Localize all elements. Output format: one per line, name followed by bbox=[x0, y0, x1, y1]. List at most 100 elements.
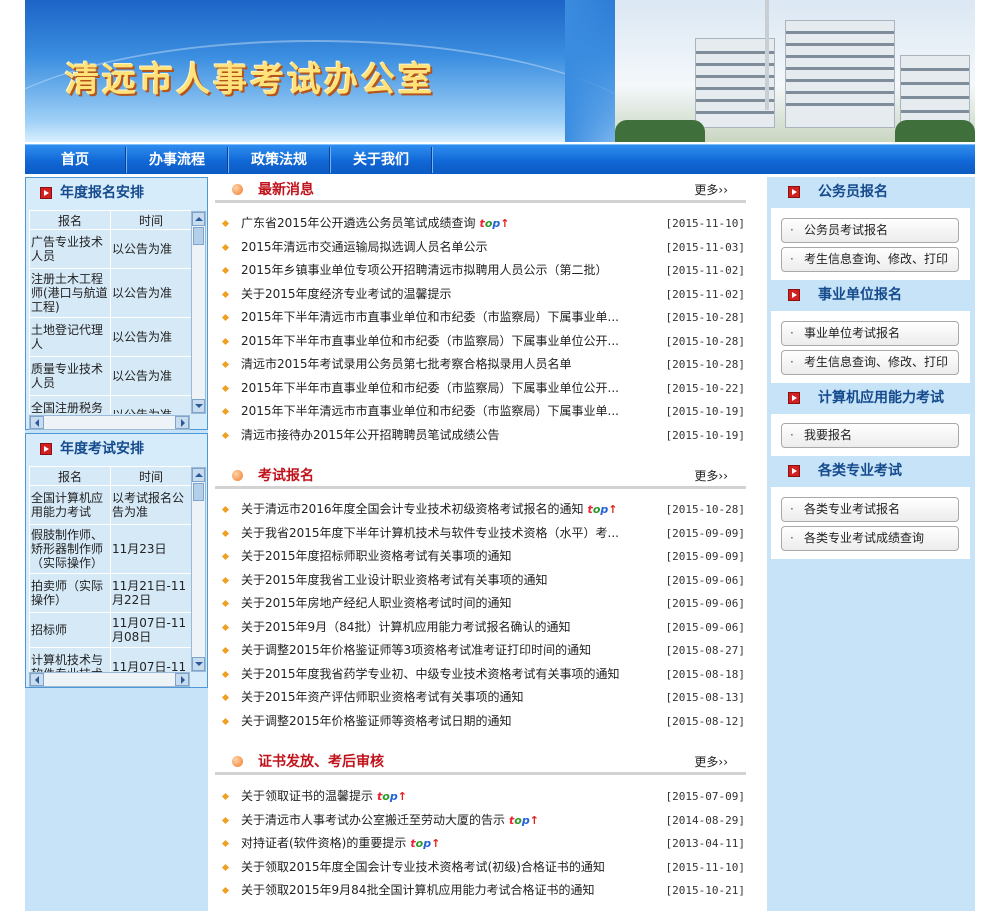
panel-title: 公务员报名 bbox=[818, 184, 888, 200]
news-link[interactable]: 关于2015年9月（84批）计算机应用能力考试报名确认的通知 bbox=[241, 616, 570, 640]
news-title: 2015年乡镇事业单位专项公开招聘清远市拟聘用人员公示（第二批） bbox=[241, 263, 608, 277]
news-item: 关于2015年9月（84批）计算机应用能力考试报名确认的通知 [2015-09-0… bbox=[215, 616, 746, 640]
horizontal-scrollbar[interactable] bbox=[29, 415, 190, 430]
top-badge-char: ↑ bbox=[500, 217, 510, 230]
scroll-thumb[interactable] bbox=[193, 483, 204, 501]
diamond-bullet-icon bbox=[221, 717, 230, 725]
scroll-right-arrow-icon[interactable] bbox=[175, 416, 189, 429]
news-date: [2015-09-09] bbox=[665, 550, 745, 563]
exam-registration-list: 关于清远市2016年度全国会计专业技术初级资格考试报名的通知 top↑ [2015-… bbox=[215, 498, 746, 733]
news-title: 关于2015年度我省工业设计职业资格考试有关事项的通知 bbox=[241, 572, 548, 587]
news-date: [2015-11-03] bbox=[665, 240, 745, 254]
scroll-thumb[interactable] bbox=[193, 227, 204, 245]
news-link[interactable]: 对持证者(软件资格)的重要提示 top↑ bbox=[241, 832, 440, 856]
bullet-icon: · bbox=[790, 502, 794, 516]
top-badge-char: p bbox=[521, 813, 530, 827]
news-link[interactable]: 清远市2015年考试录用公务员第七批考察合格拟录用人员名单 bbox=[241, 353, 572, 377]
news-link[interactable]: 关于2015年资产评估师职业资格考试有关事项的通知 bbox=[241, 686, 524, 710]
institution-query-button[interactable]: · 考生信息查询、修改、打印 bbox=[781, 350, 959, 375]
news-link[interactable]: 关于2015年度经济专业考试的温馨提示 bbox=[241, 283, 452, 307]
horizontal-scrollbar[interactable] bbox=[29, 672, 190, 687]
panel-header: 年度报名安排 bbox=[26, 178, 207, 208]
news-link[interactable]: 2015年乡镇事业单位专项公开招聘清远市拟聘用人员公示（第二批） bbox=[241, 259, 608, 283]
news-link[interactable]: 2015年下半年清远市市直事业单位和市纪委（市监察局）下属事业单... bbox=[241, 306, 619, 330]
news-link[interactable]: 关于领取2015年9月84批全国计算机应用能力考试合格证书的通知 bbox=[241, 879, 594, 903]
news-title: 2015年下半年市直事业单位和市纪委（市监察局）下属事业单位公开... bbox=[241, 380, 619, 395]
panel-title: 年度报名安排 bbox=[60, 185, 144, 201]
building-illustration bbox=[785, 20, 895, 128]
scroll-up-arrow-icon[interactable] bbox=[192, 212, 205, 226]
news-title: 关于2015年房地产经纪人职业资格考试时间的通知 bbox=[241, 596, 512, 610]
scroll-left-arrow-icon[interactable] bbox=[30, 416, 44, 429]
scroll-left-arrow-icon[interactable] bbox=[30, 673, 44, 686]
news-link[interactable]: 2015年下半年清远市市直事业单位和市纪委（市监察局）下属事业单... bbox=[241, 400, 619, 424]
bullet-icon: · bbox=[790, 355, 794, 369]
institution-register-button[interactable]: · 事业单位考试报名 bbox=[781, 321, 959, 346]
more-link[interactable]: 更多›› bbox=[694, 181, 728, 198]
vertical-scrollbar[interactable] bbox=[191, 467, 206, 672]
registration-schedule-table: 报名 时间 广告专业技术人员 以公告为准 注册土木工程师(港口与航道工程) 以公告为… bbox=[29, 210, 191, 414]
top-badge-icon: top↑ bbox=[588, 503, 618, 516]
news-link[interactable]: 关于2015年房地产经纪人职业资格考试时间的通知 bbox=[241, 592, 512, 616]
scroll-right-arrow-icon[interactable] bbox=[175, 673, 189, 686]
red-flag-icon bbox=[40, 187, 52, 199]
news-link[interactable]: 2015年下半年市直事业单位和市纪委（市监察局）下属事业单位公开... bbox=[241, 377, 619, 401]
panel-title: 计算机应用能力考试 bbox=[818, 390, 944, 406]
professional-score-query-button[interactable]: · 各类专业考试成绩查询 bbox=[781, 526, 959, 551]
section-title: 考试报名 bbox=[258, 468, 314, 484]
news-title: 2015年下半年清远市市直事业单位和市纪委（市监察局）下属事业单... bbox=[241, 310, 619, 324]
latest-news-list: 广东省2015年公开遴选公务员笔试成绩查询 top↑ [2015-11-10] 201… bbox=[215, 212, 746, 447]
schedule-table-viewport: 报名 时间 全国计算机应用能力考试 以考试报名公告为准 假肢制作师、矫形器制作师（… bbox=[29, 466, 191, 672]
diamond-bullet-icon bbox=[221, 792, 230, 801]
news-link[interactable]: 关于2015年度招标师职业资格考试有关事项的通知 bbox=[241, 545, 512, 569]
more-link[interactable]: 更多›› bbox=[694, 753, 728, 770]
news-link[interactable]: 关于清远市人事考试办公室搬迁至劳动大厦的告示 top↑ bbox=[241, 809, 539, 833]
news-date: [2013-04-11] bbox=[665, 837, 745, 850]
building-illustration bbox=[900, 55, 970, 128]
button-label: 考生信息查询、修改、打印 bbox=[804, 355, 949, 369]
nav-policies[interactable]: 政策法规 bbox=[229, 145, 329, 174]
scroll-up-arrow-icon[interactable] bbox=[192, 468, 205, 482]
news-link[interactable]: 关于清远市2016年度全国会计专业技术初级资格考试报名的通知 top↑ bbox=[241, 498, 617, 522]
news-link[interactable]: 2015年下半年市直事业单位和市纪委（市监察局）下属事业单位公开... bbox=[241, 330, 619, 354]
news-link[interactable]: 关于领取证书的温馨提示 top↑ bbox=[241, 785, 407, 809]
main-nav: 首页 办事流程 政策法规 关于我们 bbox=[25, 144, 975, 174]
public-institution-links: · 事业单位考试报名 · 考生信息查询、修改、打印 bbox=[771, 311, 970, 383]
news-link[interactable]: 清远市接待办2015年公开招聘聘员笔试成绩公告 bbox=[241, 424, 500, 448]
news-link[interactable]: 关于我省2015年度下半年计算机技术与软件专业技术资格（水平）考... bbox=[241, 522, 619, 546]
vertical-scrollbar[interactable] bbox=[191, 211, 206, 414]
top-badge-char: ↑ bbox=[608, 503, 618, 516]
news-link[interactable]: 广东省2015年公开遴选公务员笔试成绩查询 top↑ bbox=[241, 212, 509, 236]
computer-exam-register-button[interactable]: · 我要报名 bbox=[781, 423, 959, 448]
table-cell: 招标师 bbox=[30, 613, 110, 647]
banner-photo bbox=[615, 0, 975, 142]
top-badge-char: p bbox=[423, 837, 432, 850]
scroll-down-arrow-icon[interactable] bbox=[192, 399, 205, 413]
civil-servant-register-button[interactable]: · 公务员考试报名 bbox=[781, 218, 959, 243]
news-link[interactable]: 2015年清远市交通运输局拟选调人员名单公示 bbox=[241, 236, 488, 260]
news-link[interactable]: 关于调整2015年价格鉴证师等3项资格考试准考证打印时间的通知 bbox=[241, 639, 591, 663]
table-header-row: 报名 时间 bbox=[30, 211, 191, 229]
civil-servant-query-button[interactable]: · 考生信息查询、修改、打印 bbox=[781, 247, 959, 272]
news-link[interactable]: 关于调整2015年价格鉴证师等资格考试日期的通知 bbox=[241, 710, 512, 734]
nav-about[interactable]: 关于我们 bbox=[331, 145, 431, 174]
right-sidebar: 公务员报名 · 公务员考试报名 · 考生信息查询、修改、打印 事业单位报名 · 事业单… bbox=[767, 177, 975, 911]
news-link[interactable]: 关于领取2015年度全国会计专业技术资格考试(初级)合格证书的通知 bbox=[241, 856, 605, 880]
panel-header: 年度考试安排 bbox=[26, 434, 207, 464]
news-title: 广东省2015年公开遴选公务员笔试成绩查询 bbox=[241, 216, 476, 230]
diamond-bullet-icon bbox=[221, 599, 230, 608]
professional-register-button[interactable]: · 各类专业考试报名 bbox=[781, 497, 959, 522]
flag-pole bbox=[765, 0, 769, 110]
building-illustration bbox=[695, 38, 775, 128]
more-link[interactable]: 更多›› bbox=[694, 467, 728, 484]
nav-procedures[interactable]: 办事流程 bbox=[127, 145, 227, 174]
news-title: 关于我省2015年度下半年计算机技术与软件专业技术资格（水平）考... bbox=[241, 525, 619, 540]
diamond-bullet-icon bbox=[221, 670, 230, 678]
nav-home[interactable]: 首页 bbox=[25, 145, 125, 174]
scroll-down-arrow-icon[interactable] bbox=[192, 657, 205, 671]
diamond-bullet-icon bbox=[221, 886, 230, 895]
news-item: 2015年下半年市直事业单位和市纪委（市监察局）下属事业单位公开... [2015… bbox=[215, 330, 746, 354]
news-link[interactable]: 关于2015年度我省工业设计职业资格考试有关事项的通知 bbox=[241, 569, 548, 593]
news-link[interactable]: 关于2015年度我省药学专业初、中级专业技术资格考试有关事项的通知 bbox=[241, 663, 620, 687]
diamond-bullet-icon bbox=[221, 431, 230, 439]
